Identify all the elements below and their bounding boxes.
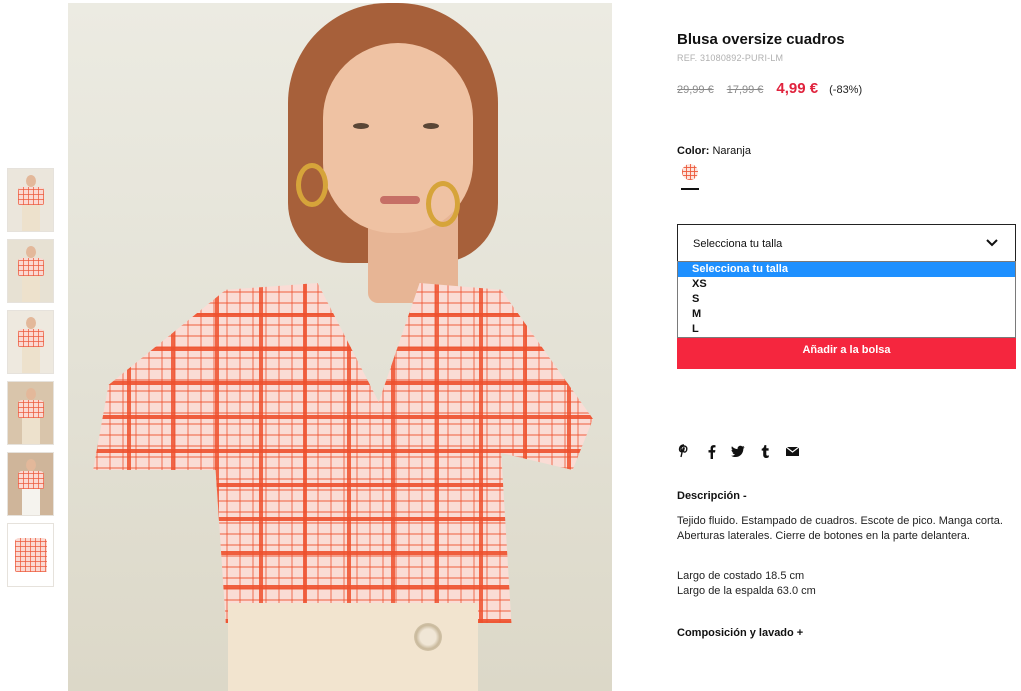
product-reference: REF. 31080892-PURI-LM bbox=[677, 53, 784, 63]
size-option-xs[interactable]: XS bbox=[678, 277, 1015, 292]
price-original: 29,99 € bbox=[677, 84, 714, 96]
size-option-s[interactable]: S bbox=[678, 292, 1015, 307]
size-option-m[interactable]: M bbox=[678, 307, 1015, 322]
size-select[interactable]: Selecciona tu talla bbox=[677, 224, 1016, 262]
measurements: Largo de costado 18.5 cm Largo de la esp… bbox=[677, 569, 1015, 599]
thumbnail-5[interactable] bbox=[7, 452, 54, 516]
description-text: Tejido fluido. Estampado de cuadros. Esc… bbox=[677, 515, 1003, 542]
share-icons bbox=[677, 443, 812, 459]
thumbnail-6[interactable] bbox=[7, 523, 54, 587]
color-value: Naranja bbox=[712, 145, 751, 157]
product-title: Blusa oversize cuadros bbox=[677, 31, 845, 48]
measure-back-length: Largo de la espalda 63.0 cm bbox=[677, 585, 816, 597]
color-label: Color: Naranja bbox=[677, 145, 751, 157]
thumbnail-2[interactable] bbox=[7, 239, 54, 303]
mail-icon[interactable] bbox=[785, 443, 799, 459]
tumblr-icon[interactable] bbox=[758, 443, 772, 459]
thumbnail-1[interactable] bbox=[7, 168, 54, 232]
color-label-key: Color: bbox=[677, 145, 710, 157]
price-previous: 17,99 € bbox=[726, 84, 764, 96]
pinterest-icon[interactable] bbox=[677, 443, 691, 459]
price-sale: 4,99 € bbox=[776, 80, 819, 97]
chevron-down-icon bbox=[986, 239, 998, 247]
add-to-bag-button[interactable]: Añadir a la bolsa bbox=[677, 338, 1016, 369]
thumbnail-list bbox=[7, 168, 55, 594]
thumbnail-3[interactable] bbox=[7, 310, 54, 374]
discount-badge: (-83%) bbox=[829, 84, 863, 96]
size-option-placeholder[interactable]: Selecciona tu talla bbox=[678, 262, 1015, 277]
size-select-value: Selecciona tu talla bbox=[693, 238, 783, 250]
product-main-image[interactable] bbox=[68, 3, 612, 691]
price-row: 29,99 € 17,99 € 4,99 € (-83%) bbox=[677, 80, 862, 97]
measure-side-length: Largo de costado 18.5 cm bbox=[677, 570, 805, 582]
size-option-l[interactable]: L bbox=[678, 322, 1015, 337]
facebook-icon[interactable] bbox=[704, 443, 718, 459]
description-toggle[interactable]: Descripción - bbox=[677, 490, 747, 502]
composition-toggle[interactable]: Composición y lavado + bbox=[677, 627, 803, 639]
size-dropdown-list: Selecciona tu talla XS S M L bbox=[677, 261, 1016, 338]
twitter-icon[interactable] bbox=[731, 443, 745, 459]
swatch-selected-indicator bbox=[681, 188, 699, 190]
thumbnail-4[interactable] bbox=[7, 381, 54, 445]
color-swatch-naranja[interactable] bbox=[682, 164, 698, 180]
